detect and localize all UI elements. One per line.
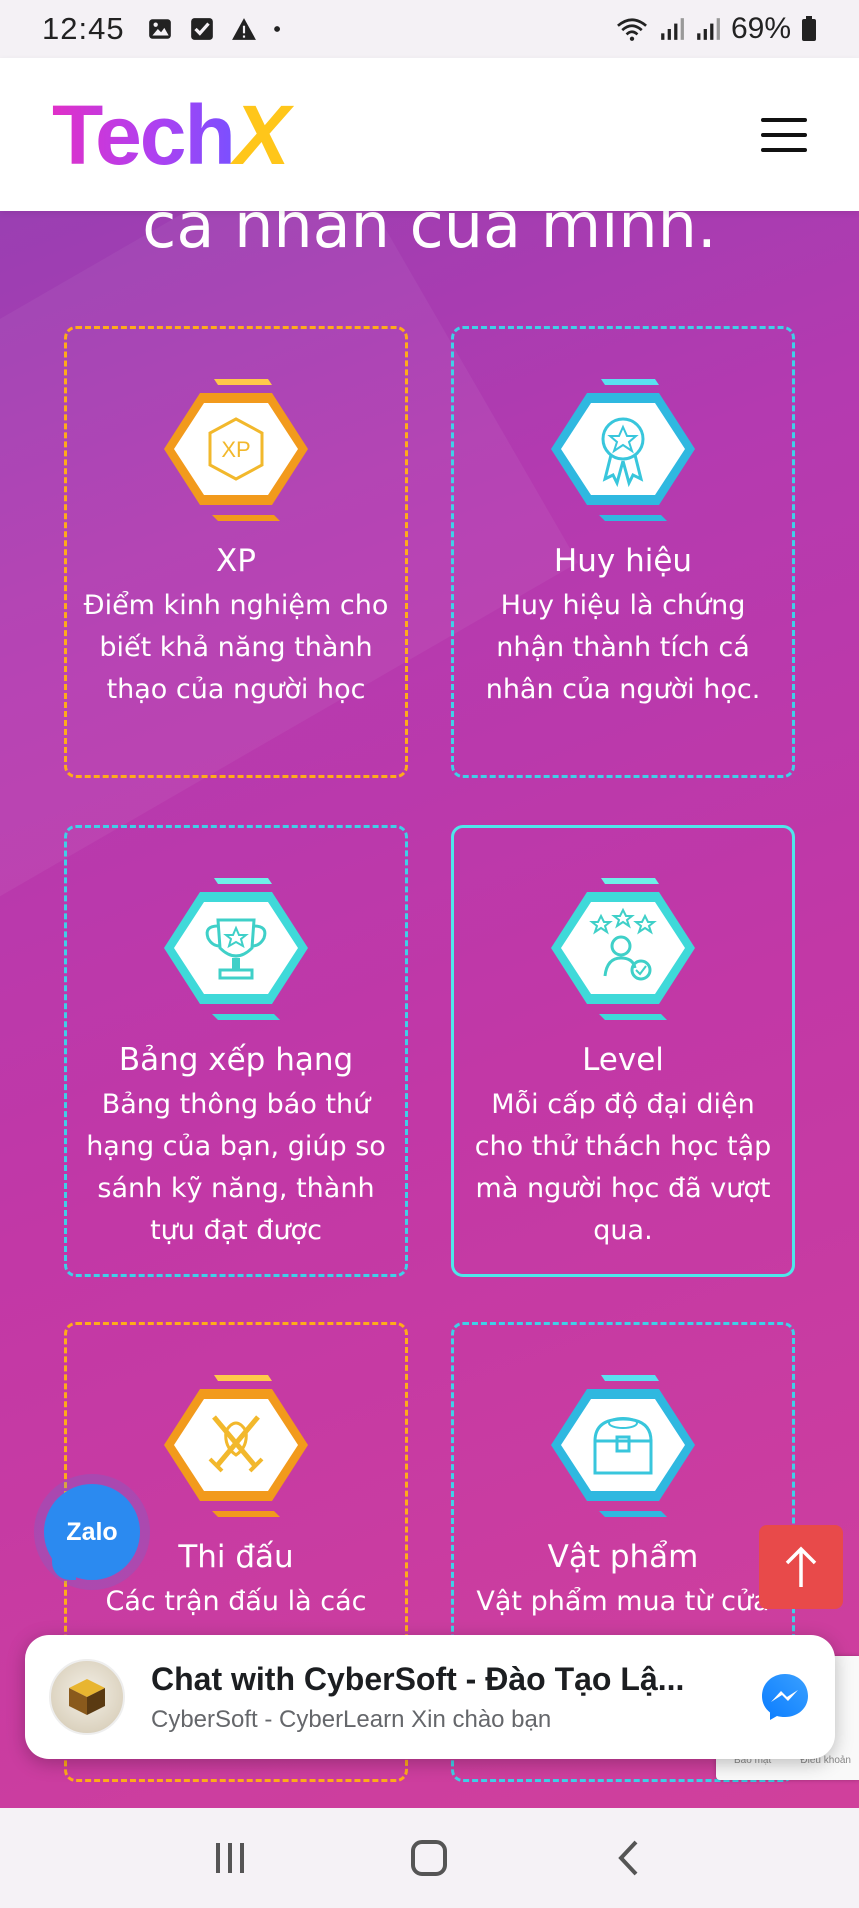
warning-icon xyxy=(231,18,256,40)
card-title: XP xyxy=(216,543,256,579)
signal-icon xyxy=(661,18,684,40)
chest-badge-icon xyxy=(551,1375,695,1517)
logo-x-text: X xyxy=(233,87,290,182)
card-xp: XP XP Điểm kinh nghiệm cho biết khả năng… xyxy=(64,326,408,778)
trophy-badge-icon xyxy=(164,878,308,1020)
system-icons: 69% xyxy=(615,12,817,46)
card-description: Điểm kinh nghiệm cho biết khả năng thành… xyxy=(83,590,389,705)
site-header: TechX xyxy=(0,58,859,211)
card-title: Level xyxy=(582,1042,664,1078)
chat-title: Chat with CyberSoft - Đào Tạo Lậ... xyxy=(151,1660,685,1697)
logo-tech-text: Tech xyxy=(52,87,236,182)
status-bar: 12:45 69% xyxy=(0,0,859,58)
zalo-chat-button[interactable]: Zalo xyxy=(44,1484,140,1580)
card-title: Huy hiệu xyxy=(553,543,693,579)
home-icon xyxy=(411,1840,448,1876)
status-time: 12:45 xyxy=(42,11,125,46)
back-icon xyxy=(618,1840,638,1876)
notification-icons xyxy=(147,16,287,42)
menu-line xyxy=(761,132,807,137)
arrow-up-icon xyxy=(785,1546,817,1587)
hamburger-menu-button[interactable] xyxy=(761,117,807,152)
chat-subtitle: CyberSoft - CyberLearn Xin chào bạn xyxy=(151,1705,552,1733)
recent-apps-icon xyxy=(215,1843,244,1873)
menu-line xyxy=(761,147,807,152)
card-description: Các trận đấu là các xyxy=(105,1586,367,1617)
card-description: Huy hiệu là chứng nhận thành tích cá nhâ… xyxy=(485,590,761,705)
battery-percent: 69% xyxy=(730,12,791,45)
card-title: Bảng xếp hạng xyxy=(118,1042,354,1078)
recent-apps-button[interactable] xyxy=(200,1828,260,1888)
level-badge-icon xyxy=(551,878,695,1020)
techx-logo[interactable]: TechX xyxy=(52,93,290,177)
cybersoft-avatar xyxy=(49,1659,125,1735)
checkbox-icon xyxy=(190,18,213,40)
svg-text:XP: XP xyxy=(221,437,250,462)
wifi-icon xyxy=(616,18,647,41)
xp-badge-icon: XP xyxy=(164,379,308,521)
dot-icon xyxy=(273,26,280,32)
scroll-to-top-button[interactable] xyxy=(759,1525,843,1609)
messenger-icon[interactable] xyxy=(759,1671,811,1723)
back-button[interactable] xyxy=(599,1828,659,1888)
messenger-chat-popup[interactable]: Chat with CyberSoft - Đào Tạo Lậ... Cybe… xyxy=(25,1635,835,1759)
signal-icon xyxy=(697,18,720,40)
section-heading: ca nhan của mình. xyxy=(142,211,717,262)
card-title: Vật phẩm xyxy=(547,1539,699,1575)
gamification-section: ca nhan của mình. XP XP Điểm kinh nghiệm… xyxy=(0,211,859,1808)
image-icon xyxy=(148,19,171,39)
menu-line xyxy=(761,117,807,122)
swords-badge-icon xyxy=(164,1375,308,1517)
medal-badge-icon xyxy=(551,379,695,521)
cube-logo-icon xyxy=(69,1679,105,1715)
home-button[interactable] xyxy=(399,1828,459,1888)
card-leaderboard: Bảng xếp hạng Bảng thông báo thứ hạng củ… xyxy=(64,825,408,1277)
card-description: Mỗi cấp độ đại diện cho thử thách học tậ… xyxy=(474,1089,772,1246)
card-description: Bảng thông báo thứ hạng của bạn, giúp so… xyxy=(86,1089,386,1246)
card-badge: Huy hiệu Huy hiệu là chứng nhận thành tí… xyxy=(451,326,795,778)
card-level: Level Mỗi cấp độ đại diện cho thử thách … xyxy=(451,825,795,1277)
android-nav-bar xyxy=(0,1808,859,1908)
battery-icon xyxy=(802,16,816,41)
card-description: Vật phẩm mua từ cửa xyxy=(476,1586,770,1617)
